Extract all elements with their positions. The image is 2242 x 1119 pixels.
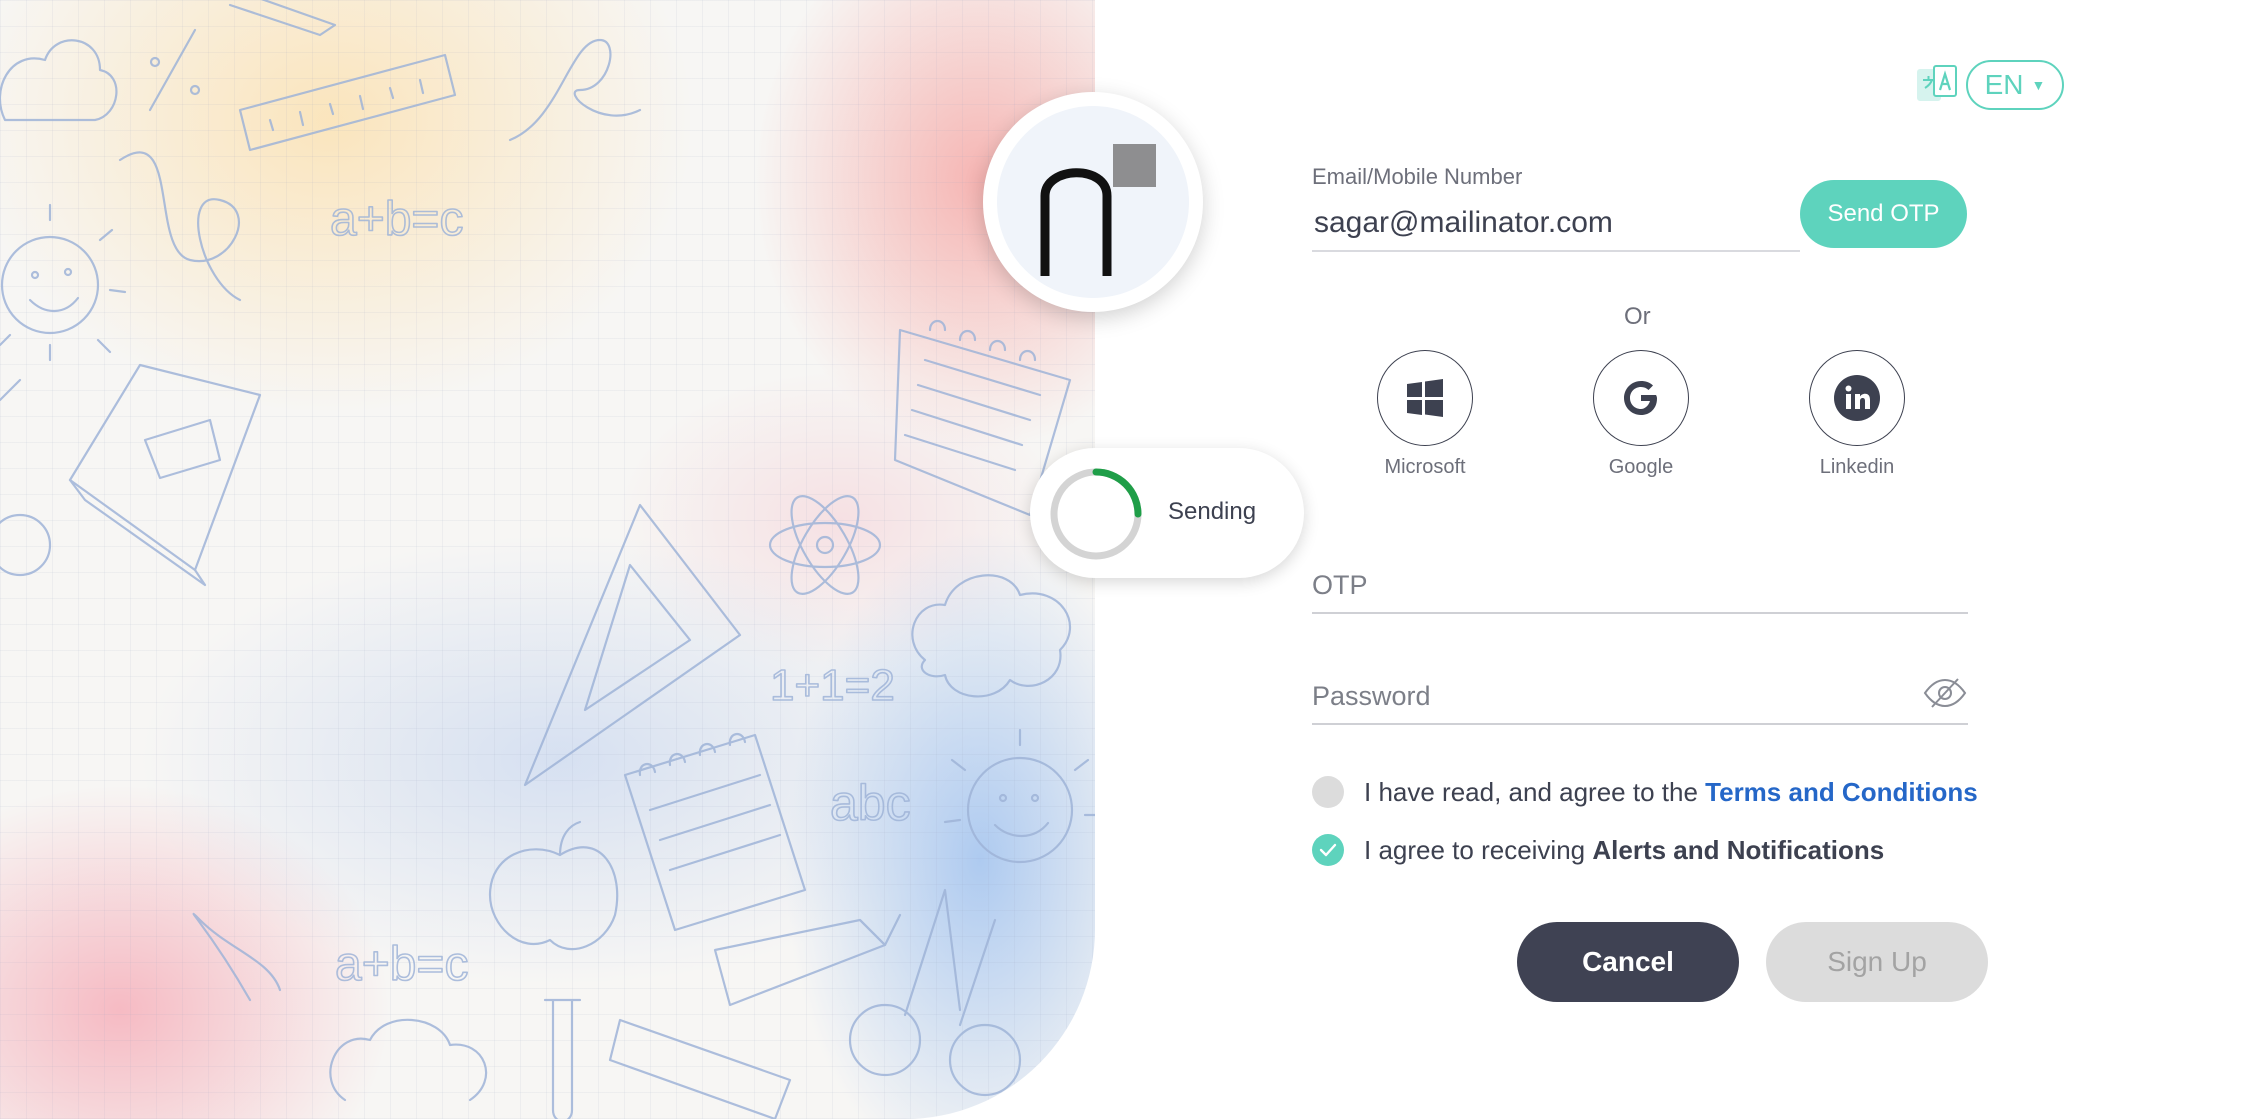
language-code: EN: [1984, 69, 2024, 100]
password-placeholder: Password: [1312, 681, 1431, 711]
terms-prefix: I have read, and agree to the: [1364, 776, 1698, 807]
linkedin-login-button[interactable]: [1809, 350, 1905, 446]
send-otp-button[interactable]: Send OTP: [1800, 180, 1967, 248]
google-login-button[interactable]: [1593, 350, 1689, 446]
spinner-icon: [1050, 468, 1142, 560]
google-login[interactable]: Google: [1561, 350, 1721, 479]
microsoft-login[interactable]: Microsoft: [1345, 350, 1505, 479]
sending-toast: Sending: [1030, 448, 1304, 578]
language-selector[interactable]: EN ▼: [1966, 60, 2064, 110]
otp-placeholder: OTP: [1312, 570, 1368, 600]
microsoft-label: Microsoft: [1384, 456, 1466, 478]
or-separator: Or: [1624, 303, 1651, 330]
translate-icon[interactable]: [1916, 64, 1958, 106]
windows-icon: [1407, 379, 1443, 417]
password-underline: [1312, 723, 1968, 725]
terms-checkbox[interactable]: [1312, 776, 1344, 808]
terms-row: I have read, and agree to the Terms and …: [1312, 776, 1978, 808]
linkedin-login[interactable]: Linkedin: [1777, 350, 1937, 479]
email-field[interactable]: sagar@mailinator.com: [1314, 206, 1613, 240]
otp-field[interactable]: OTP: [1312, 570, 1968, 614]
linkedin-icon: [1834, 375, 1880, 421]
alerts-prefix: I agree to receiving: [1364, 834, 1586, 865]
password-field[interactable]: Password: [1312, 678, 1968, 725]
svg-text:abc: abc: [830, 775, 911, 831]
chevron-down-icon: ▼: [2031, 77, 2046, 93]
svg-text:a+b=c: a+b=c: [330, 193, 463, 246]
email-label: Email/Mobile Number: [1312, 164, 1523, 189]
alerts-bold: Alerts and Notifications: [1592, 834, 1885, 865]
check-icon: [1319, 843, 1337, 857]
cancel-button[interactable]: Cancel: [1517, 922, 1739, 1002]
svg-text:a+b=c: a+b=c: [335, 938, 468, 991]
alerts-row: I agree to receiving Alerts and Notifica…: [1312, 834, 1884, 866]
alerts-text: I agree to receiving Alerts and Notifica…: [1364, 835, 1884, 866]
brand-logo: [983, 92, 1203, 312]
linkedin-label: Linkedin: [1819, 456, 1895, 478]
eye-slash-icon[interactable]: [1922, 677, 1968, 709]
terms-text: I have read, and agree to the Terms and …: [1364, 777, 1978, 808]
alerts-checkbox[interactable]: [1312, 834, 1344, 866]
terms-link[interactable]: Terms and Conditions: [1705, 777, 1978, 807]
google-icon: [1624, 381, 1657, 415]
google-label: Google: [1608, 456, 1674, 478]
signup-button[interactable]: Sign Up: [1766, 922, 1988, 1002]
otp-underline: [1312, 612, 1968, 614]
background-illustration: a+b=c 1+1=2 abc a+b=c: [0, 0, 1095, 1119]
microsoft-login-button[interactable]: [1377, 350, 1473, 446]
email-underline: [1312, 250, 1800, 252]
svg-text:1+1=2: 1+1=2: [770, 661, 895, 710]
n-logo-icon: [1040, 144, 1156, 276]
toast-text: Sending: [1168, 498, 1257, 525]
